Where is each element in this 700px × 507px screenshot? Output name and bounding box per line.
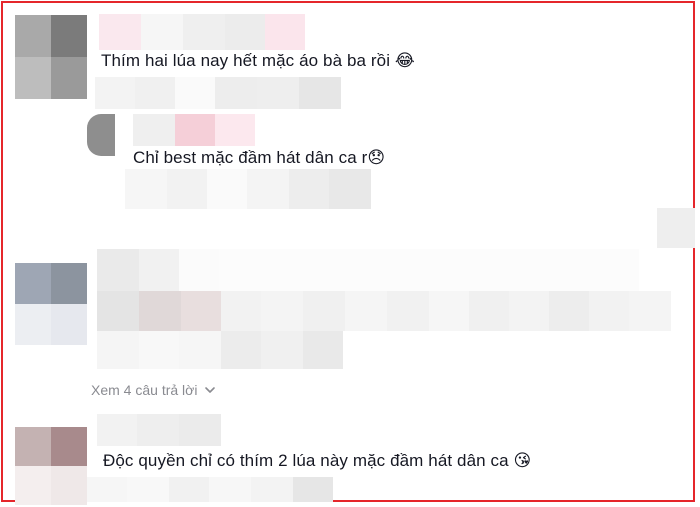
- view-replies-button[interactable]: Xem 4 câu trả lời: [91, 382, 217, 398]
- avatar[interactable]: [15, 427, 87, 505]
- chevron-down-icon: [205, 387, 216, 393]
- reply-body: Chỉ best mặc đầm hát dân ca r: [133, 148, 368, 167]
- kissing-emoji-icon: 😘: [513, 451, 532, 471]
- reply-text: Chỉ best mặc đầm hát dân ca r😞: [133, 148, 385, 168]
- disappointed-emoji-icon: 😞: [367, 148, 386, 168]
- like-icon-blurred[interactable]: [657, 208, 695, 248]
- screenshot-frame: Thím hai lúa nay hết mặc áo bà ba rồi 😂 …: [1, 1, 695, 505]
- comment-text: Độc quyền chỉ có thím 2 lúa này mặc đầm …: [103, 451, 531, 471]
- comment-text: Thím hai lúa nay hết mặc áo bà ba rồi 😂: [101, 51, 415, 71]
- avatar[interactable]: [15, 263, 87, 345]
- view-replies-label: Xem 4 câu trả lời: [91, 382, 198, 398]
- comment-body: Thím hai lúa nay hết mặc áo bà ba rồi: [101, 51, 391, 70]
- comment-body: Độc quyền chỉ có thím 2 lúa này mặc đầm …: [103, 451, 509, 470]
- avatar[interactable]: [15, 15, 87, 99]
- laughing-emoji-icon: 😂: [394, 51, 415, 71]
